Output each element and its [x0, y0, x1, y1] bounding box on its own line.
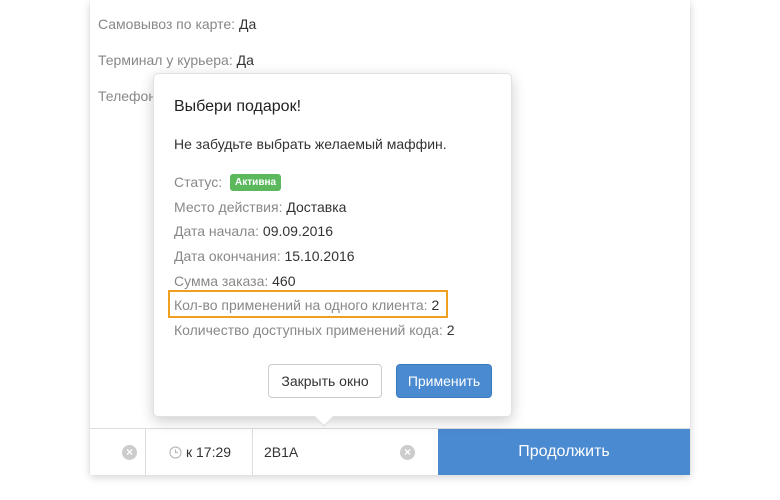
info-label: Место действия: [174, 199, 283, 215]
clock-icon [169, 446, 182, 459]
field-label: Самовывоз по карте: [98, 16, 236, 32]
field-value: Да [238, 16, 257, 32]
info-label: Сумма заказа: [174, 273, 269, 289]
clear-icon[interactable]: × [122, 445, 137, 460]
popover-arrow-inner [314, 415, 334, 425]
status-row: Статус: Активна [174, 174, 282, 191]
field-pickup-by-card: Самовывоз по карте: Да [98, 16, 256, 32]
close-window-button[interactable]: Закрыть окно [268, 364, 382, 398]
info-label: Дата окончания: [174, 248, 281, 264]
bottom-bar: × к 17:29 2B1A × Продолжить [90, 428, 690, 475]
field-phone: Телефон [98, 88, 156, 104]
info-row-location: Место действия: Доставка [174, 199, 346, 215]
time-selector[interactable]: к 17:29 [146, 429, 253, 475]
info-row-end-date: Дата окончания: 15.10.2016 [174, 248, 355, 264]
promo-code-value: 2B1A [264, 444, 299, 460]
status-label: Статус: [174, 174, 223, 190]
info-row-start-date: Дата начала: 09.09.2016 [174, 223, 333, 239]
popover-title: Выбери подарок! [174, 98, 302, 115]
info-row-available-uses: Количество доступных применений кода: 2 [174, 322, 455, 338]
info-label: Дата начала: [174, 223, 260, 239]
time-value: к 17:29 [186, 444, 232, 460]
field-label: Телефон [98, 88, 157, 104]
info-value: 2 [431, 297, 440, 313]
info-value: 15.10.2016 [284, 248, 355, 264]
field-label: Терминал у курьера: [98, 52, 233, 68]
info-value: 09.09.2016 [262, 223, 333, 239]
clear-promo-icon[interactable]: × [400, 445, 415, 460]
info-value: Доставка [286, 199, 347, 215]
apply-button[interactable]: Применить [396, 364, 492, 398]
info-label: Кол-во применений на одного клиента: [174, 297, 428, 313]
clear-cell: × [90, 429, 146, 475]
status-badge: Активна [230, 174, 282, 191]
info-value: 460 [272, 273, 296, 289]
popover-description: Не забудьте выбрать желаемый маффин. [174, 136, 447, 152]
gift-popover: Выбери подарок! Не забудьте выбрать жела… [153, 73, 512, 417]
continue-button[interactable]: Продолжить [438, 429, 690, 475]
info-row-order-sum: Сумма заказа: 460 [174, 273, 296, 289]
promo-code-field[interactable]: 2B1A × [253, 429, 438, 475]
info-row-uses-per-client: Кол-во применений на одного клиента: 2 [174, 297, 439, 313]
info-label: Количество доступных применений кода: [174, 322, 443, 338]
field-courier-terminal: Терминал у курьера: Да [98, 52, 254, 68]
info-value: 2 [446, 322, 455, 338]
field-value: Да [236, 52, 254, 68]
